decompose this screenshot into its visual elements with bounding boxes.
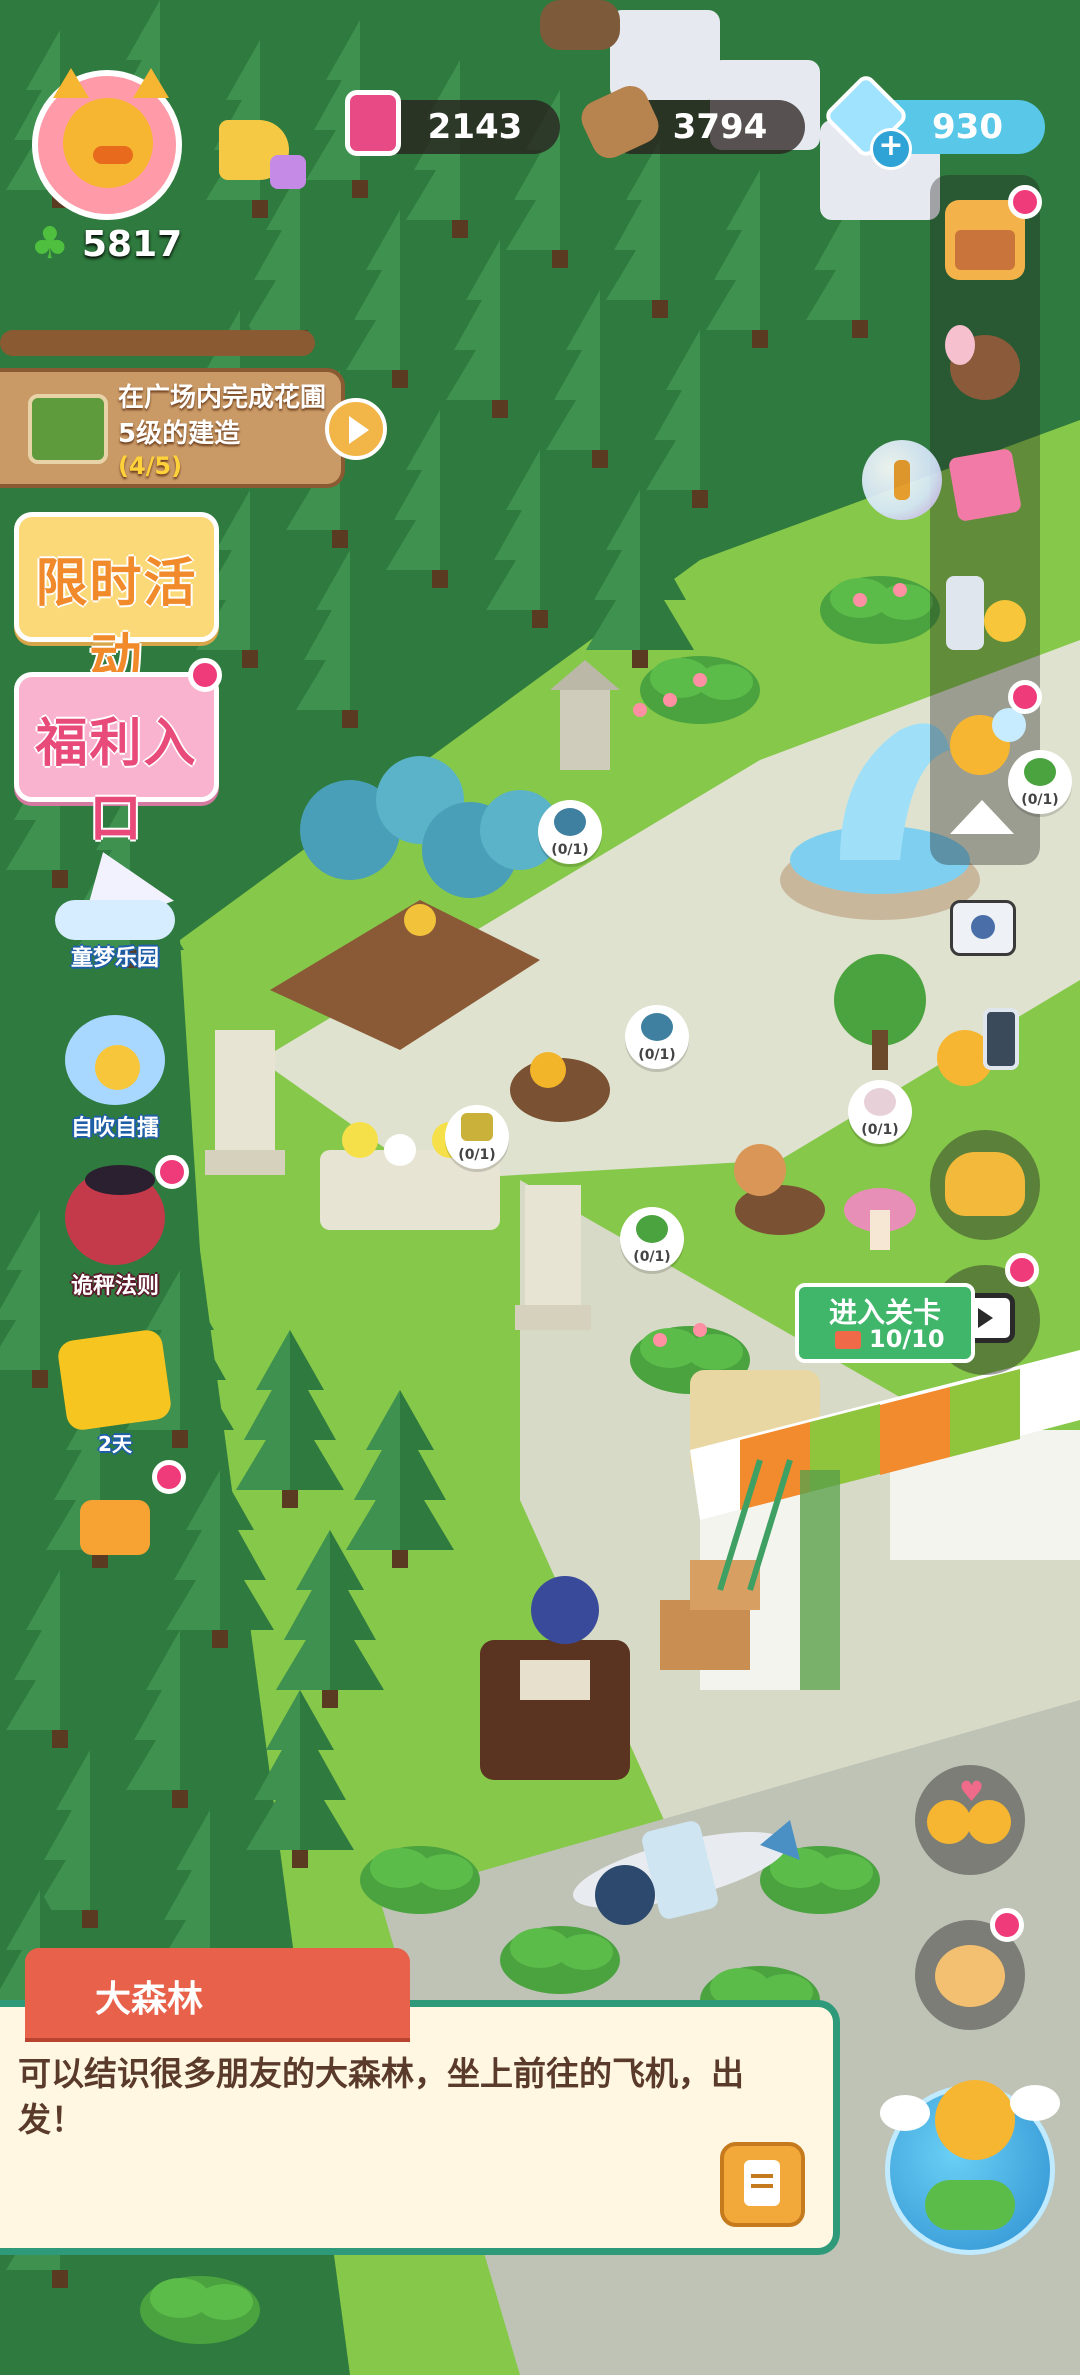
bench-build-icon: [461, 1113, 493, 1141]
speaker-icon: [946, 576, 984, 650]
clipboard-icon: [744, 2160, 780, 2206]
welfare-notification-dot: [188, 658, 222, 692]
phone-duck-button[interactable]: [935, 1000, 1035, 1100]
torch-icon: [894, 460, 910, 500]
build-bubble-2[interactable]: (0/1): [625, 1005, 689, 1069]
duck-event-notification-dot: [1008, 680, 1042, 714]
cat-statue-build-icon: [864, 1088, 896, 1116]
plant-build-icon: [636, 1215, 668, 1243]
duck-avatar-icon: [63, 98, 153, 188]
build-bubble-4[interactable]: (0/1): [620, 1207, 684, 1271]
player-avatar[interactable]: [32, 68, 182, 220]
gold-nugget-button[interactable]: [930, 1130, 1040, 1240]
duck-couple-button[interactable]: ♥: [915, 1765, 1025, 1875]
announcement-button[interactable]: [205, 100, 315, 200]
build-bubble-6[interactable]: (0/1): [1008, 750, 1072, 814]
wing-icon: [880, 2095, 930, 2131]
friends-button[interactable]: [945, 325, 1025, 405]
level-ticket-count: 10/10: [869, 1325, 945, 1353]
location-title: 大森林: [95, 1979, 204, 2020]
timer-label: 2天: [98, 1432, 132, 1456]
crown-icon: [80, 1500, 150, 1555]
gold-ticket-button[interactable]: 2天: [50, 1320, 180, 1456]
plant-build-icon: [1024, 758, 1056, 786]
build-bubble-5-count: (0/1): [861, 1122, 899, 1138]
welfare-button[interactable]: 福利入口: [14, 672, 219, 849]
rules-label: 诡秤法则: [70, 1274, 159, 1299]
task-go-button[interactable]: [325, 398, 387, 460]
gold-ticket-icon: [56, 1328, 173, 1432]
task-progress: (4/5): [118, 452, 183, 480]
details-button[interactable]: [720, 2142, 805, 2227]
location-title-tab: 大森林: [25, 1948, 410, 2038]
camera-icon: [971, 915, 995, 939]
flower-bed-icon: [28, 394, 108, 464]
phone-icon: [983, 1008, 1019, 1070]
flying-duck-icon: [935, 2080, 1015, 2160]
task-panel[interactable]: 在广场内完成花圃5级的建造 (4/5): [0, 368, 345, 488]
task-text: 在广场内完成花圃5级的建造: [118, 383, 327, 449]
collapse-sidebar-button[interactable]: [950, 800, 1014, 834]
branch-decoration: [0, 330, 315, 356]
scroll-duck-icon: [935, 1945, 1005, 2007]
arrow-right-icon: [349, 416, 369, 444]
chest-notification-dot: [1008, 185, 1042, 219]
book-button[interactable]: [945, 445, 1025, 525]
crown-notification-dot: [152, 1460, 186, 1494]
pink-book-icon: [947, 447, 1023, 523]
ticket-icon: [835, 1331, 861, 1349]
dream-park-label: 童梦乐园: [70, 946, 159, 971]
build-bubble-4-count: (0/1): [633, 1249, 671, 1265]
build-bubble-5[interactable]: (0/1): [848, 1080, 912, 1144]
self-blow-label: 自吹自擂: [70, 1116, 159, 1141]
jam-jar-icon: [345, 90, 401, 156]
dream-park-button[interactable]: 童梦乐园: [45, 835, 185, 971]
build-bubble-3-count: (0/1): [458, 1147, 496, 1163]
land-icon: [925, 2180, 1015, 2230]
quest-notification-dot: [990, 1908, 1024, 1942]
self-blow-button[interactable]: 自吹自擂: [50, 1010, 180, 1141]
video-notification-dot: [1005, 1253, 1039, 1287]
bubble-orb-button[interactable]: [862, 440, 942, 520]
camera-button[interactable]: [950, 900, 1016, 956]
nest-build-icon: [641, 1013, 673, 1041]
crown-button[interactable]: [65, 1480, 165, 1570]
gold-nugget-icon: [945, 1152, 1025, 1216]
rules-notification-dot: [155, 1155, 189, 1189]
build-bubble-1[interactable]: (0/1): [538, 800, 602, 864]
location-description: 可以结识很多朋友的大森林，坐上前往的飞机，出发！: [18, 2054, 744, 2139]
welfare-label: 福利入口: [35, 714, 198, 849]
build-bubble-1-count: (0/1): [551, 842, 589, 858]
cat-ear-icon: [53, 68, 89, 98]
speaker-duck-button[interactable]: [940, 570, 1030, 660]
limited-event-label: 限时活动: [35, 554, 198, 689]
add-gem-icon[interactable]: +: [870, 128, 912, 170]
build-bubble-2-count: (0/1): [638, 1047, 676, 1063]
build-bubble-6-count: (0/1): [1021, 792, 1059, 808]
clover-count: 5817: [82, 224, 183, 265]
enter-level-sign[interactable]: 进入关卡 10/10: [795, 1283, 975, 1363]
chest-icon: [955, 230, 1015, 270]
tree-build-icon: [554, 808, 586, 836]
location-panel: 可以结识很多朋友的大森林，坐上前往的飞机，出发！: [0, 2000, 840, 2255]
clover-icon: ♣: [30, 218, 70, 269]
build-bubble-3[interactable]: (0/1): [445, 1105, 509, 1169]
world-map-button[interactable]: [880, 2080, 1060, 2255]
heart-icon: ♥: [959, 1775, 985, 1808]
limited-event-button[interactable]: 限时活动: [14, 512, 219, 689]
